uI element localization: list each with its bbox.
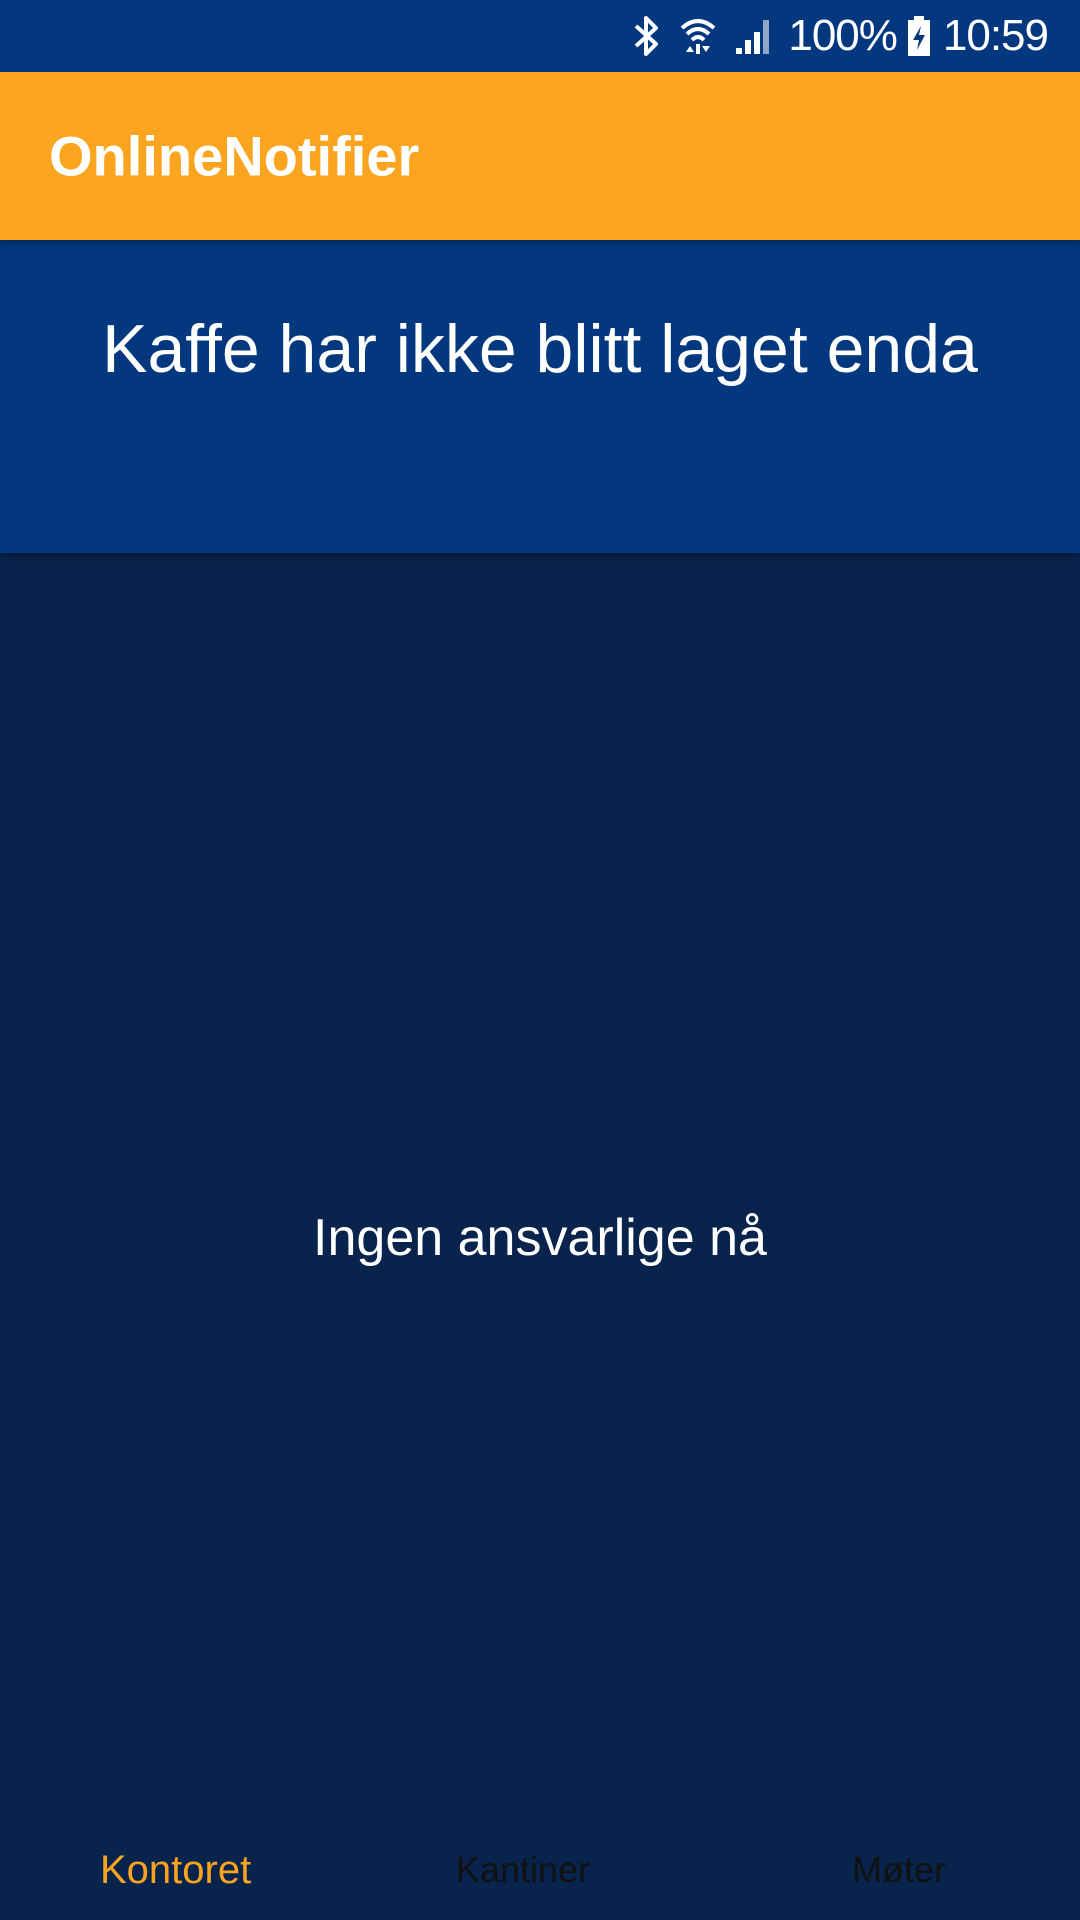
tab-kontoret[interactable]: Kontoret	[0, 1820, 382, 1920]
clock-time: 10:59	[942, 11, 1049, 60]
responsible-status-text: Ingen ansvarlige nå	[313, 1209, 767, 1267]
coffee-status-text: Kaffe har ikke blitt laget enda	[102, 311, 978, 387]
battery-percentage: 100%	[788, 11, 898, 60]
app-bar: OnlineNotifier	[0, 72, 1080, 240]
app-title: OnlineNotifier	[49, 124, 420, 188]
battery-charging-icon	[907, 16, 931, 56]
signal-icon	[734, 16, 774, 56]
bottom-navigation: Kontoret Kantiner Møter	[0, 1820, 1080, 1920]
coffee-status-panel: Kaffe har ikke blitt laget enda	[0, 240, 1080, 553]
wifi-icon	[680, 16, 716, 56]
app-screen: 100% 10:59 OnlineNotifier Kaffe har ikke…	[0, 0, 1080, 1920]
status-bar: 100% 10:59	[0, 0, 1080, 72]
tab-moter[interactable]: Møter	[664, 1820, 1080, 1920]
bluetooth-icon	[632, 14, 662, 58]
tab-kantiner[interactable]: Kantiner	[382, 1820, 664, 1920]
